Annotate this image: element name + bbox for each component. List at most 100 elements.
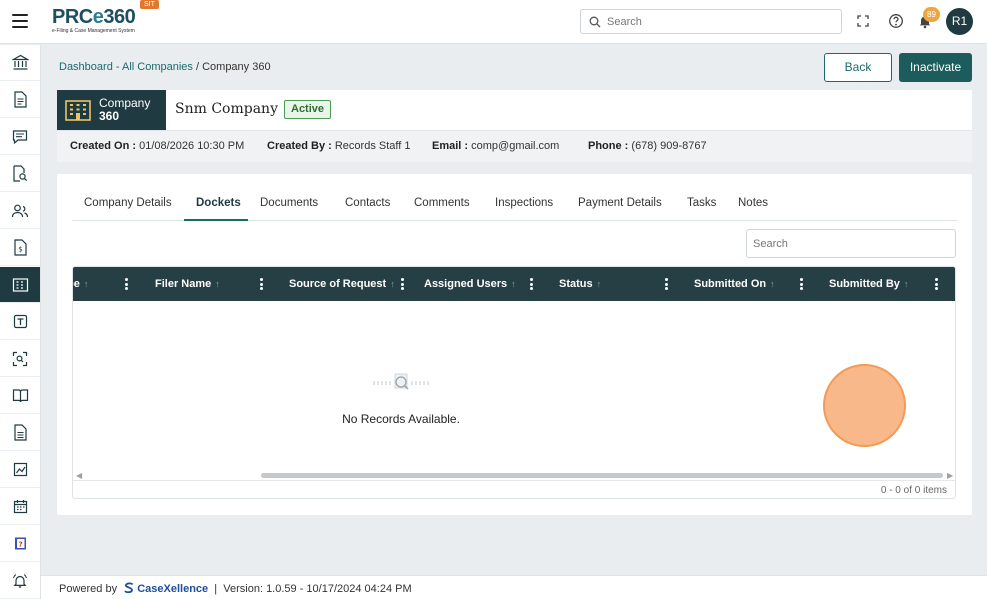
sidebar-item-users[interactable] [0,193,40,229]
help-icon[interactable] [888,13,904,29]
company-building-icon [12,277,28,292]
column-label: Assigned Users [424,278,508,290]
sort-arrow-icon[interactable]: ↑ [390,279,395,289]
dockets-grid: pe↑ Filer Name↑ Source of Request↑ Assig… [72,266,956,499]
users-icon [11,204,29,217]
company-meta-bar: Created On : 01/08/2026 10:30 PM Created… [57,130,972,162]
column-menu-icon[interactable] [935,278,939,290]
app-logo[interactable]: PRCe360 e-Filing & Case Management Syste… [52,0,159,38]
sidebar: $ ? [0,45,41,599]
sidebar-item-book[interactable] [0,378,40,414]
tab-documents[interactable]: Documents [260,197,318,209]
user-avatar[interactable]: R1 [946,8,973,35]
sidebar-item-document-search[interactable] [0,156,40,192]
column-label: pe [73,278,80,290]
column-header-source-of-request[interactable]: Source of Request ↑ [289,267,395,301]
column-label: Status [559,278,593,290]
column-label: Filer Name [155,278,212,290]
sort-arrow-icon[interactable]: ↑ [904,279,909,289]
back-button[interactable]: Back [824,53,892,82]
menu-icon[interactable] [12,14,28,28]
sort-arrow-icon[interactable]: ↑ [511,279,516,289]
sidebar-item-calendar[interactable] [0,489,40,525]
email-label: Email : [432,140,469,152]
breadcrumb-all-companies[interactable]: All Companies [122,61,193,73]
column-menu-icon[interactable] [800,278,804,290]
template-icon [13,314,27,329]
sidebar-item-companies[interactable] [0,267,40,303]
sort-arrow-icon[interactable]: ↑ [215,279,220,289]
global-search-input[interactable] [607,13,827,30]
institution-icon [11,54,29,70]
tab-comments[interactable]: Comments [414,197,470,209]
created-on: Created On : 01/08/2026 10:30 PM [70,140,244,152]
chat-icon [12,129,28,144]
breadcrumb: Dashboard - All Companies / Company 360 [59,61,271,73]
column-label: Submitted By [829,278,900,290]
sidebar-item-scan[interactable] [0,341,40,377]
column-menu-icon[interactable] [401,278,405,290]
document-search-icon [13,165,28,182]
empty-message: No Records Available. [342,412,460,426]
column-menu-icon[interactable] [530,278,534,290]
scrollbar-thumb[interactable] [261,473,943,478]
sidebar-item-templates[interactable] [0,304,40,340]
tab-inspections[interactable]: Inspections [495,197,553,209]
created-on-label: Created On : [70,140,137,152]
column-menu-icon[interactable] [125,278,129,290]
column-label: Submitted On [694,278,767,290]
column-header-status[interactable]: Status ↑ [559,267,601,301]
footer-separator: | [214,583,218,595]
sidebar-item-institution[interactable] [0,45,40,81]
tab-notes[interactable]: Notes [738,197,768,209]
sidebar-item-help[interactable]: ? [0,526,40,562]
email-value: comp@gmail.com [471,140,560,152]
inactivate-button[interactable]: Inactivate [899,53,972,82]
grid-search-input[interactable] [753,235,948,252]
column-header-type[interactable]: pe ↑ [73,267,89,301]
footer-version: Version: 1.0.59 - 10/17/2024 04:24 PM [223,583,412,595]
sidebar-item-documents[interactable] [0,82,40,118]
file-icon [13,424,27,441]
column-menu-icon[interactable] [260,278,264,290]
company-name: Snm Company [175,101,278,117]
sidebar-item-reports[interactable] [0,452,40,488]
calendar-icon [13,500,27,514]
column-label: Source of Request [289,278,387,290]
sidebar-item-chat[interactable] [0,119,40,155]
footer-brand[interactable]: CaseXellence [137,583,208,595]
column-header-submitted-by[interactable]: Submitted By ↑ [829,267,908,301]
column-header-assigned-users[interactable]: Assigned Users ↑ [424,267,516,301]
sidebar-item-invoice[interactable]: $ [0,230,40,266]
scroll-left-icon[interactable]: ◀ [76,471,82,480]
fullscreen-icon[interactable] [855,13,871,29]
env-badge: SIT [140,0,159,9]
tab-payment-details[interactable]: Payment Details [578,197,662,209]
tab-dockets[interactable]: Dockets [196,197,241,209]
column-menu-icon[interactable] [665,278,669,290]
sidebar-item-alerts[interactable] [0,563,40,599]
scroll-right-icon[interactable]: ▶ [947,471,953,480]
sort-arrow-icon[interactable]: ↑ [770,279,775,289]
created-by: Created By : Records Staff 1 [267,140,410,152]
grid-pager: 0 - 0 of 0 items [73,480,955,498]
sort-arrow-icon[interactable]: ↑ [597,279,602,289]
tab-bar: Company Details Dockets Documents Contac… [72,189,957,221]
column-header-filer-name[interactable]: Filer Name ↑ [155,267,220,301]
tab-contacts[interactable]: Contacts [345,197,390,209]
company-tag-label: Company [99,96,151,110]
sidebar-item-file[interactable] [0,415,40,451]
tab-tasks[interactable]: Tasks [687,197,716,209]
tab-company-details[interactable]: Company Details [84,197,172,209]
scan-search-icon [12,351,28,366]
created-by-value: Records Staff 1 [334,140,411,152]
help-book-icon: ? [14,537,26,550]
sort-arrow-icon[interactable]: ↑ [84,279,89,289]
grid-search[interactable] [746,229,956,258]
column-header-submitted-on[interactable]: Submitted On ↑ [694,267,775,301]
global-search[interactable] [580,9,842,34]
active-tab-indicator [184,219,248,221]
breadcrumb-dashboard[interactable]: Dashboard [59,61,113,73]
building-icon [65,100,91,121]
svg-text:?: ? [18,541,22,549]
